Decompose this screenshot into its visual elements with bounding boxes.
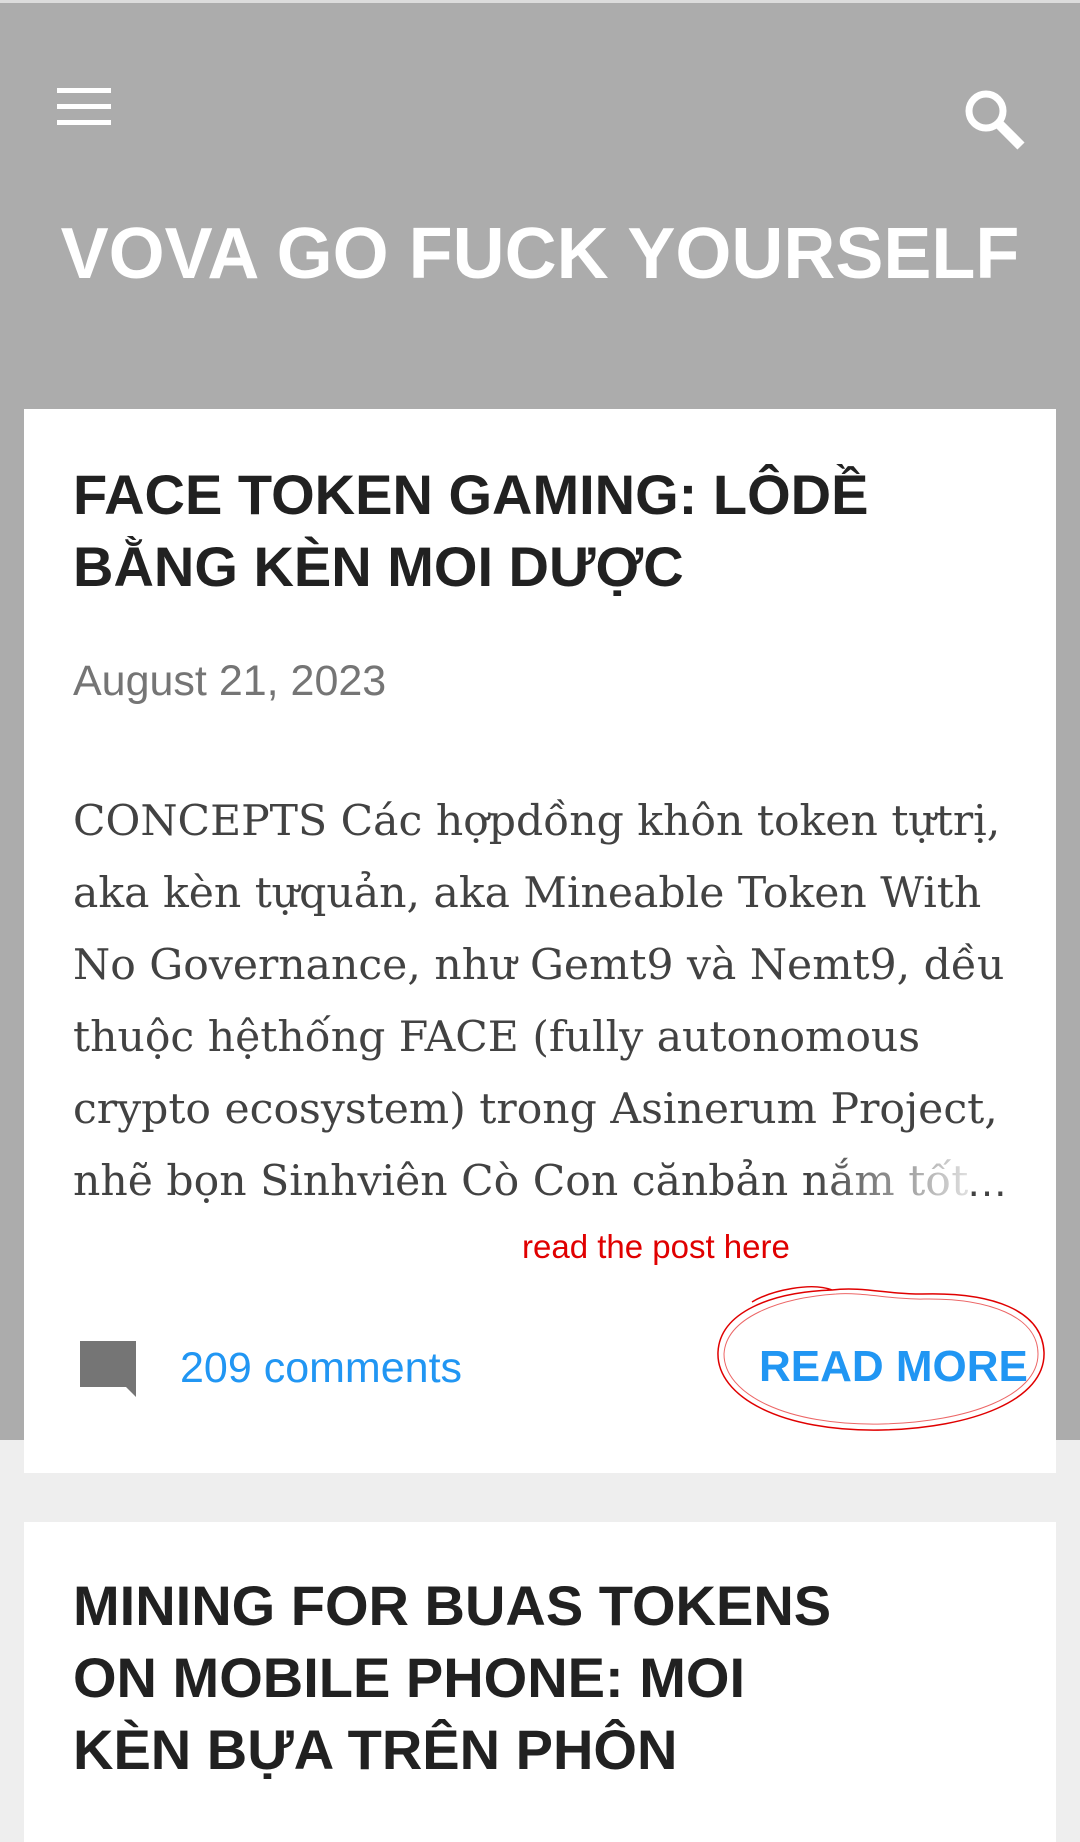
- post-title-line: BẰNG KÈN MOI DƯỢC: [73, 535, 684, 598]
- post-title[interactable]: FACE TOKEN GAMING: LÔDỀ BẰNG KÈN MOI DƯỢ…: [73, 459, 973, 603]
- post-title-line: MINING FOR BUAS TOKENS: [73, 1574, 832, 1637]
- comments-link[interactable]: 209 comments: [180, 1342, 462, 1394]
- post-title[interactable]: MINING FOR BUAS TOKENS ON MOBILE PHONE: …: [73, 1570, 973, 1786]
- snippet-line: thuộc hệthống FACE (fully autonomous: [73, 1013, 921, 1062]
- menu-icon-bar: [57, 104, 111, 109]
- hamburger-menu-button[interactable]: [40, 63, 128, 151]
- post-date[interactable]: August 21, 2023: [73, 655, 386, 707]
- menu-icon-bar: [57, 120, 111, 125]
- post-card: FACE TOKEN GAMING: LÔDỀ BẰNG KÈN MOI DƯỢ…: [24, 409, 1056, 1473]
- snippet-line: No Governance, như Gemt9 và Nemt9, dều: [73, 941, 1005, 990]
- snippet-ellipsis: …: [966, 1158, 1009, 1205]
- post-title-line: ON MOBILE PHONE: MOI: [73, 1646, 745, 1709]
- snippet-line: aka kèn tựquản, aka Mineable Token With: [73, 869, 982, 918]
- menu-icon-bar: [57, 88, 111, 93]
- post-snippet: CONCEPTS Các hợpdồng khôn token tựtrị, a…: [73, 786, 1033, 1218]
- annotation-text: read the post here: [522, 1228, 790, 1265]
- search-icon: [965, 90, 1025, 150]
- snippet-line: CONCEPTS Các hợpdồng khôn token tựtrị,: [73, 797, 1001, 846]
- snippet-line: crypto ecosystem) trong Asinerum Project…: [73, 1085, 998, 1134]
- post-title-line: FACE TOKEN GAMING: LÔDỀ: [73, 463, 869, 526]
- post-card: MINING FOR BUAS TOKENS ON MOBILE PHONE: …: [24, 1522, 1056, 1842]
- search-button[interactable]: [948, 73, 1044, 169]
- site-title[interactable]: VOVA GO FUCK YOURSELF: [0, 209, 1080, 299]
- post-title-line: KÈN BỰA TRÊN PHÔN: [73, 1718, 678, 1781]
- read-more-button[interactable]: READ MORE: [759, 1339, 1028, 1395]
- comment-bubble-icon: [80, 1341, 136, 1397]
- comment-icon[interactable]: [76, 1337, 140, 1401]
